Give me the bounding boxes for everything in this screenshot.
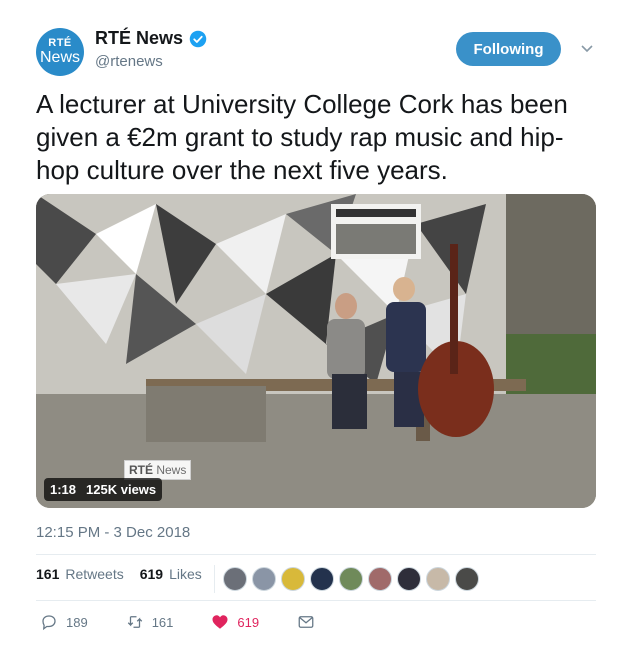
liker-avatar[interactable]	[397, 567, 421, 591]
retweets-count[interactable]: 161	[36, 566, 59, 582]
like-count: 619	[237, 614, 260, 630]
video-duration: 1:18	[50, 482, 77, 497]
direct-message-button[interactable]	[297, 613, 315, 631]
reply-button[interactable]: 189	[40, 613, 88, 631]
rte-news-watermark: RTÉ News	[124, 460, 192, 480]
retweets-label[interactable]: Retweets	[65, 566, 123, 582]
liker-avatar[interactable]	[310, 567, 334, 591]
account-name[interactable]: RTÉ News	[95, 28, 183, 49]
video-thumbnail	[36, 194, 596, 508]
video-meta-overlay: 1:18 125K views	[44, 478, 163, 501]
liker-avatar[interactable]	[252, 567, 276, 591]
profile-avatar[interactable]: RTÉ News	[36, 28, 84, 76]
retweet-icon	[127, 616, 142, 628]
following-button[interactable]: Following	[456, 32, 561, 66]
likers-avatars	[214, 565, 484, 593]
likes-count[interactable]: 619	[140, 566, 163, 582]
tweet-timestamp[interactable]: 12:15 PM - 3 Dec 2018	[36, 524, 190, 541]
video-player[interactable]: RTÉ News 1:18 125K views	[36, 194, 596, 508]
retweet-button[interactable]: 161	[126, 613, 174, 631]
tweet-text: A lecturer at University College Cork ha…	[36, 89, 568, 185]
heart-icon	[212, 615, 228, 629]
envelope-icon	[298, 616, 314, 628]
video-views: 125K views	[86, 482, 157, 497]
avatar-line1: RTÉ	[48, 37, 72, 49]
liker-avatar[interactable]	[426, 567, 450, 591]
reply-count: 189	[66, 614, 88, 630]
liker-avatar[interactable]	[223, 567, 247, 591]
retweet-count: 161	[151, 614, 174, 630]
divider-bottom	[36, 600, 596, 601]
reply-icon	[42, 615, 56, 631]
liker-avatar[interactable]	[339, 567, 363, 591]
engagement-stats: 161 Retweets 619 Likes	[36, 566, 202, 582]
liker-avatar[interactable]	[281, 567, 305, 591]
divider-top	[36, 554, 596, 555]
account-handle[interactable]: @rtenews	[95, 53, 207, 70]
avatar-line2: News	[39, 49, 80, 66]
user-info: RTÉ News @rtenews	[95, 28, 207, 70]
tweet-actions: 189 161 619	[40, 613, 353, 631]
chevron-down-icon[interactable]	[580, 44, 594, 54]
liker-avatar[interactable]	[455, 567, 479, 591]
liker-avatar[interactable]	[368, 567, 392, 591]
like-button[interactable]: 619	[211, 613, 259, 631]
verified-badge-icon	[189, 30, 207, 47]
likes-label[interactable]: Likes	[169, 566, 202, 582]
